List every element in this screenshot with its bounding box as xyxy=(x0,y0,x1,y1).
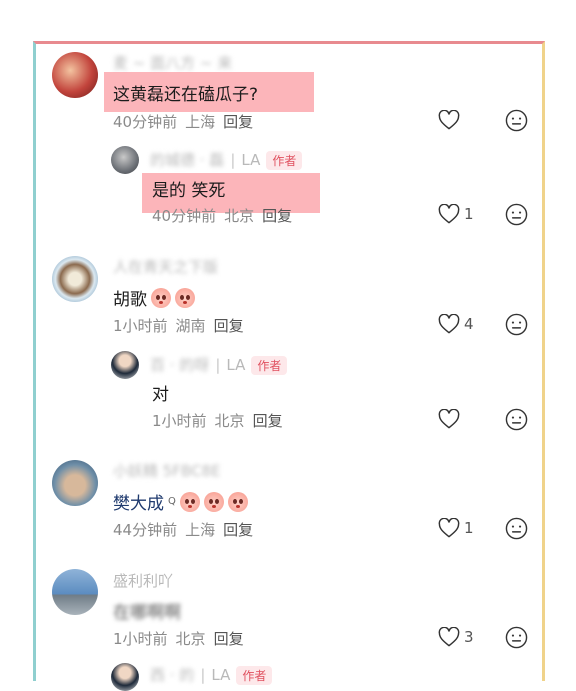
avatar[interactable] xyxy=(52,52,98,98)
like-button[interactable]: 1 xyxy=(438,518,474,538)
dislike-button[interactable] xyxy=(505,313,528,336)
comment-text: 胡歌 xyxy=(113,285,195,310)
heart-outline-icon xyxy=(438,110,460,130)
neutral-face-icon xyxy=(505,109,528,132)
like-count: 4 xyxy=(464,315,474,333)
search-icon[interactable]: Q xyxy=(168,496,176,507)
author-badge: 作者 xyxy=(236,666,273,685)
la-tag: LA xyxy=(226,356,246,374)
location: 北京 xyxy=(214,412,245,430)
like-button[interactable] xyxy=(438,110,464,130)
la-tag: LA xyxy=(241,151,261,169)
reply-button[interactable]: 回复 xyxy=(214,315,244,336)
heart-outline-icon xyxy=(438,518,460,538)
reply-button[interactable]: 回复 xyxy=(253,410,283,431)
avatar[interactable] xyxy=(52,256,98,302)
search-link-text[interactable]: 樊大成 xyxy=(113,489,164,514)
dislike-button[interactable] xyxy=(505,203,528,226)
comment-meta: 44分钟前 上海 回复 xyxy=(113,519,253,540)
neutral-face-icon xyxy=(505,408,528,431)
dislike-button[interactable] xyxy=(505,626,528,649)
name-separator: | xyxy=(215,356,221,374)
reply-username-row: 百 · 的呀 | LA 作者 xyxy=(150,354,288,375)
reply-username[interactable]: 百 · 的呀 xyxy=(150,356,209,374)
reply-text: 是的 笑死 xyxy=(152,181,226,201)
like-button[interactable] xyxy=(438,409,464,429)
shocked-face-emoji xyxy=(179,491,200,512)
timestamp: 1小时前 xyxy=(113,317,168,335)
reply-username-row: 的城德 · 磊 | LA 作者 xyxy=(150,149,303,170)
reply-button[interactable]: 回复 xyxy=(223,111,253,132)
comment-username[interactable]: 人在青天之下版 xyxy=(113,256,218,277)
avatar[interactable] xyxy=(52,460,98,506)
author-badge: 作者 xyxy=(251,356,288,375)
timestamp: 40分钟前 xyxy=(113,113,178,131)
reply-button[interactable]: 回复 xyxy=(223,519,253,540)
author-badge: 作者 xyxy=(266,151,303,170)
avatar[interactable] xyxy=(111,351,139,379)
comment-username[interactable]: 小妖精 5FBC8E xyxy=(113,460,220,481)
timestamp: 40分钟前 xyxy=(152,207,217,225)
shocked-face-emoji xyxy=(175,287,195,308)
heart-outline-icon xyxy=(438,409,460,429)
comment-text: 在哪啊啊 xyxy=(113,603,181,623)
like-count: 1 xyxy=(464,519,474,537)
dislike-button[interactable] xyxy=(505,517,528,540)
timestamp: 1小时前 xyxy=(113,630,168,648)
timestamp: 1小时前 xyxy=(152,412,207,430)
neutral-face-icon xyxy=(505,203,528,226)
location: 上海 xyxy=(185,521,216,539)
dislike-button[interactable] xyxy=(505,408,528,431)
la-tag: LA xyxy=(211,666,231,684)
comment-username[interactable]: 盛利利吖 xyxy=(113,570,173,591)
location: 上海 xyxy=(185,113,216,131)
heart-outline-icon xyxy=(438,314,460,334)
reply-meta: 1小时前 北京 回复 xyxy=(152,410,283,431)
reply-button[interactable]: 回复 xyxy=(214,628,244,649)
heart-outline-icon xyxy=(438,204,460,224)
reply-meta: 40分钟前 北京 回复 xyxy=(152,205,292,226)
like-button[interactable]: 3 xyxy=(438,627,474,647)
comment-meta: 1小时前 北京 回复 xyxy=(113,628,244,649)
timestamp: 44分钟前 xyxy=(113,521,178,539)
location: 北京 xyxy=(175,630,206,648)
neutral-face-icon xyxy=(505,517,528,540)
comment-panel-frame xyxy=(33,41,545,681)
like-count: 1 xyxy=(464,205,474,223)
comment-meta: 40分钟前 上海 回复 xyxy=(113,111,253,132)
avatar[interactable] xyxy=(111,146,139,174)
like-button[interactable]: 1 xyxy=(438,204,474,224)
comment-meta: 1小时前 湖南 回复 xyxy=(113,315,244,336)
avatar[interactable] xyxy=(111,663,139,691)
comment-text: 樊大成 Q xyxy=(113,489,248,514)
comment-text: 这黄磊还在磕瓜子? xyxy=(113,85,259,105)
like-count: 3 xyxy=(464,628,474,646)
comment-username[interactable]: 麦 ~ 面八方 ~ 来 xyxy=(113,52,232,73)
location: 湖南 xyxy=(175,317,206,335)
shocked-face-emoji xyxy=(203,491,224,512)
neutral-face-icon xyxy=(505,313,528,336)
heart-outline-icon xyxy=(438,627,460,647)
like-button[interactable]: 4 xyxy=(438,314,474,334)
crying-face-emoji xyxy=(151,287,171,308)
reply-button[interactable]: 回复 xyxy=(262,205,292,226)
shocked-face-emoji xyxy=(227,491,248,512)
neutral-face-icon xyxy=(505,626,528,649)
avatar[interactable] xyxy=(52,569,98,615)
name-separator: | xyxy=(200,666,206,684)
location: 北京 xyxy=(224,207,255,225)
reply-text: 对 xyxy=(152,385,169,405)
name-separator: | xyxy=(230,151,236,169)
reply-username[interactable]: 西 · 的 xyxy=(150,666,194,684)
reply-username[interactable]: 的城德 · 磊 xyxy=(150,151,224,169)
dislike-button[interactable] xyxy=(505,109,528,132)
